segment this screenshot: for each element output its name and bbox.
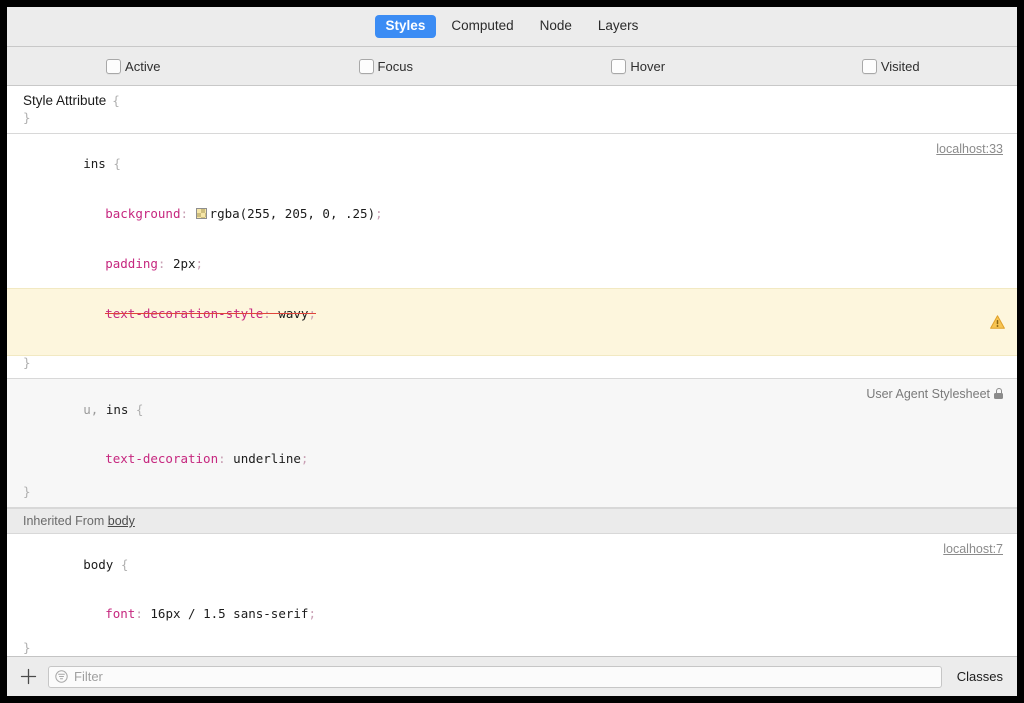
color-swatch-icon[interactable]: [196, 208, 207, 219]
pseudo-class-focus[interactable]: Focus: [359, 59, 413, 74]
declaration-padding[interactable]: padding: 2px;: [7, 239, 1017, 289]
declaration-font[interactable]: font: 16px / 1.5 sans-serif;: [7, 590, 1017, 640]
declaration-padding-value[interactable]: 2px: [173, 256, 196, 271]
pseudo-class-cell-visited: Visited: [765, 59, 1018, 74]
filter-input-wrapper[interactable]: Filter: [48, 666, 942, 688]
filter-input[interactable]: Filter: [74, 669, 103, 685]
declaration-text-decoration-style-property[interactable]: text-decoration-style: [105, 306, 263, 321]
style-attribute-label: Style Attribute: [23, 93, 106, 108]
rule-section-ins[interactable]: localhost:33 ins { background: rgba(255,…: [7, 134, 1017, 379]
pseudo-class-visited[interactable]: Visited: [862, 59, 920, 74]
ua-selector-ins[interactable]: ins: [106, 402, 129, 417]
styles-bottom-toolbar: Filter Classes: [7, 656, 1017, 696]
declaration-text-decoration-style-semicolon: ;: [308, 306, 316, 321]
tab-styles[interactable]: Styles: [375, 15, 437, 38]
declaration-background-value[interactable]: rgba(255, 205, 0, .25): [210, 206, 376, 221]
pseudo-class-hover-label: Hover: [630, 59, 665, 74]
pseudo-class-focus-label: Focus: [378, 59, 413, 74]
declaration-text-decoration-value[interactable]: underline: [233, 451, 301, 466]
declaration-font-property[interactable]: font: [105, 606, 135, 621]
ua-close-brace: }: [7, 484, 1017, 501]
rule-origin-ins: localhost:33: [936, 141, 1003, 157]
checkbox-visited[interactable]: [862, 59, 877, 74]
add-rule-button[interactable]: [15, 664, 41, 690]
warning-triangle-icon[interactable]: [990, 315, 1005, 329]
inherited-from-prefix: Inherited From: [23, 514, 104, 528]
pseudo-class-cell-hover: Hover: [512, 59, 765, 74]
declaration-background-semicolon: ;: [375, 206, 383, 221]
rule-section-user-agent[interactable]: User Agent Stylesheet u, ins { text-deco…: [7, 379, 1017, 508]
declaration-font-semicolon: ;: [308, 606, 316, 621]
style-attribute-selector-line[interactable]: Style Attribute{: [7, 92, 1017, 110]
pseudo-class-active[interactable]: Active: [106, 59, 160, 74]
pseudo-class-visited-label: Visited: [881, 59, 920, 74]
declaration-padding-property[interactable]: padding: [105, 256, 158, 271]
ins-open-brace: {: [113, 156, 121, 171]
inspector-tab-bar: Styles Computed Node Layers: [7, 7, 1017, 47]
web-inspector-panel: Styles Computed Node Layers Active Focus…: [7, 7, 1017, 696]
declaration-text-decoration[interactable]: text-decoration: underline;: [7, 435, 1017, 485]
rule-section-style-attribute[interactable]: Style Attribute{ }: [7, 86, 1017, 134]
checkbox-hover[interactable]: [611, 59, 626, 74]
pseudo-class-hover[interactable]: Hover: [611, 59, 665, 74]
inherited-from-node-link[interactable]: body: [108, 514, 135, 528]
user-agent-stylesheet-label: User Agent Stylesheet: [866, 386, 990, 402]
body-selector[interactable]: body: [83, 557, 113, 572]
classes-button[interactable]: Classes: [949, 666, 1011, 688]
ins-close-brace: }: [7, 355, 1017, 372]
declaration-text-decoration-style-value[interactable]: wavy: [278, 306, 308, 321]
plus-icon: [20, 668, 37, 685]
declaration-padding-semicolon: ;: [196, 256, 204, 271]
lock-icon: [994, 388, 1003, 399]
ua-open-brace: {: [136, 402, 144, 417]
ins-selector-line[interactable]: ins {: [7, 140, 1017, 190]
pseudo-class-toggle-row: Active Focus Hover Visited: [7, 47, 1017, 86]
style-attribute-open-brace: {: [106, 93, 120, 108]
declaration-text-decoration-style-colon: :: [263, 306, 271, 321]
body-open-brace: {: [121, 557, 129, 572]
tab-layers[interactable]: Layers: [587, 15, 650, 38]
tab-computed[interactable]: Computed: [440, 15, 524, 38]
source-link-localhost-7[interactable]: localhost:7: [943, 541, 1003, 557]
declaration-background[interactable]: background: rgba(255, 205, 0, .25);: [7, 189, 1017, 239]
rule-origin-body: localhost:7: [943, 541, 1003, 557]
declaration-font-value[interactable]: 16px / 1.5 sans-serif: [150, 606, 308, 621]
filter-icon: [55, 670, 68, 683]
pseudo-class-cell-focus: Focus: [260, 59, 513, 74]
body-close-brace: }: [7, 640, 1017, 656]
declaration-font-colon: :: [135, 606, 143, 621]
declaration-text-decoration-property[interactable]: text-decoration: [105, 451, 218, 466]
checkbox-active[interactable]: [106, 59, 121, 74]
rule-origin-user-agent: User Agent Stylesheet: [866, 386, 1003, 402]
declaration-background-colon: :: [180, 206, 188, 221]
declaration-text-decoration-semicolon: ;: [301, 451, 309, 466]
declaration-text-decoration-style[interactable]: text-decoration-style: wavy;: [7, 288, 1017, 356]
checkbox-focus[interactable]: [359, 59, 374, 74]
rule-section-body[interactable]: localhost:7 body { font: 16px / 1.5 sans…: [7, 534, 1017, 656]
style-attribute-close-brace: }: [7, 110, 1017, 127]
declaration-background-property[interactable]: background: [105, 206, 180, 221]
ins-selector[interactable]: ins: [83, 156, 106, 171]
declaration-text-decoration-colon: :: [218, 451, 226, 466]
declaration-text-decoration-style-text[interactable]: text-decoration-style: wavy;: [105, 306, 316, 321]
pseudo-class-active-label: Active: [125, 59, 160, 74]
body-selector-line[interactable]: body {: [7, 540, 1017, 590]
ua-selector-u[interactable]: u,: [83, 402, 98, 417]
inherited-from-header: Inherited From body: [7, 508, 1017, 534]
pseudo-class-cell-active: Active: [7, 59, 260, 74]
style-rules-list[interactable]: Style Attribute{ } localhost:33 ins { ba…: [7, 86, 1017, 656]
source-link-localhost-33[interactable]: localhost:33: [936, 141, 1003, 157]
tab-node[interactable]: Node: [529, 15, 583, 38]
